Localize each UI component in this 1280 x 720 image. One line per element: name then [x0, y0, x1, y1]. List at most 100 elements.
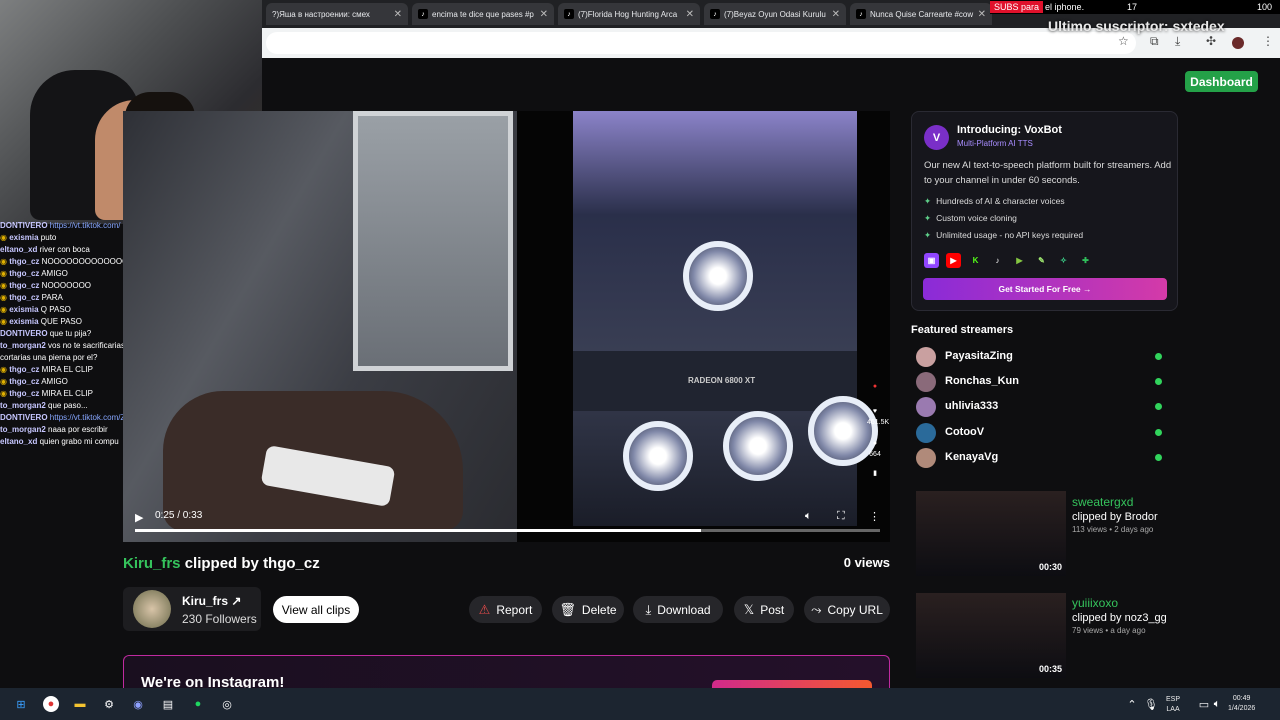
chat-text: naaa por escribir	[48, 425, 108, 434]
obs-icon[interactable]: ◎	[219, 696, 235, 712]
clip-duration: 00:35	[1038, 664, 1062, 674]
microphone-icon[interactable]: 🎙︎	[1143, 696, 1159, 712]
channel-card[interactable]: Kiru_frs ↗ 230 Followers	[123, 587, 261, 631]
menu-icon[interactable]: ⋮	[1262, 34, 1274, 48]
download-label: Download	[657, 602, 711, 617]
get-started-button[interactable]: Get Started For Free →	[923, 278, 1167, 300]
browser-tab[interactable]: ♪ Nunca Quise Carrearte #cow ✕	[850, 3, 992, 25]
browser-tab[interactable]: ♪ (7)Florida Hog Hunting Arca ✕	[558, 3, 700, 25]
copy-url-button[interactable]: ⤳ Copy URL	[804, 596, 890, 623]
clip-title: Kiru_frs clipped by thgo_cz	[123, 555, 320, 572]
channel-name[interactable]: Kiru_frs ↗	[182, 594, 241, 608]
tab-title: (7)Beyaz Oyun Odasi Kurulu	[724, 9, 826, 19]
bookmark-star-icon[interactable]: ☆	[1118, 34, 1129, 48]
chat-text: cortarias una pierna por el?	[0, 353, 98, 362]
clip-creator[interactable]: sweatergxd	[1072, 495, 1158, 509]
tiktok-sidebar: ● ♥ 461.5K ● 664 ▮	[867, 381, 889, 479]
tiktok-icon: ♪	[995, 256, 1000, 265]
file-explorer-icon[interactable]: ▬	[72, 696, 88, 712]
voxbot-promo-card: V Introducing: VoxBot Multi-Platform AI …	[911, 111, 1178, 311]
chat-text: QUE PASO	[40, 317, 82, 326]
close-icon[interactable]: ✕	[540, 9, 548, 20]
windows-start-icon[interactable]: ⊞	[13, 696, 29, 712]
comment-icon[interactable]: ●	[867, 438, 883, 449]
chat-username: DONTIVERO	[0, 221, 48, 230]
avatar[interactable]	[133, 590, 171, 628]
volume-icon[interactable]: 🔈︎	[805, 510, 812, 523]
fullscreen-icon[interactable]: ⛶	[837, 510, 845, 523]
view-all-clips-button[interactable]: View all clips	[273, 596, 359, 623]
clipper-link[interactable]: thgo_cz	[263, 555, 320, 572]
language-indicator[interactable]: ESP LAA	[1166, 695, 1180, 715]
translate-icon[interactable]: ⧉	[1150, 34, 1159, 49]
volume-icon[interactable]: 🔈︎	[1209, 696, 1225, 712]
avatar	[916, 347, 936, 367]
view-count: 0 views	[843, 555, 890, 570]
external-link-icon: ↗	[231, 594, 242, 608]
video-controls: ▶ 0:25 / 0:33 🔈︎ ⛶ ⋮	[123, 506, 890, 542]
featured-streamer[interactable]: KenayaVg	[916, 448, 1166, 468]
related-clip-thumbnail[interactable]: 00:35	[916, 593, 1066, 678]
close-icon[interactable]: ✕	[394, 9, 402, 20]
chat-text: NOOOOOOO	[41, 281, 92, 290]
related-clip-thumbnail[interactable]: 00:30	[916, 491, 1066, 576]
browser-tab[interactable]: ?)Яша в настроении: смех ✕	[266, 3, 408, 25]
download-icon[interactable]: ⤓	[1175, 34, 1180, 49]
bookmark-icon[interactable]: ▮	[867, 468, 883, 479]
chrome-icon[interactable]: ●	[43, 696, 59, 712]
close-icon[interactable]: ✕	[686, 9, 694, 20]
subs-target: 100	[1256, 2, 1272, 12]
profile-avatar[interactable]	[1232, 37, 1244, 49]
video-player[interactable]: RADEON 6800 XT ● ♥ 461.5K ● 664 ▮ ▶ 0:25…	[123, 111, 890, 542]
avatar	[916, 448, 936, 468]
url-input[interactable]	[266, 32, 1136, 54]
chat-username: thgo_cz	[9, 269, 40, 278]
close-icon[interactable]: ✕	[978, 9, 986, 20]
extension-icon[interactable]: ✣	[1206, 34, 1216, 48]
warning-icon: ⚠	[478, 601, 491, 617]
report-button[interactable]: ⚠ Report	[469, 596, 542, 623]
extra-platform-icon: ✚	[1082, 256, 1089, 265]
discord-icon[interactable]: ◉	[130, 696, 146, 712]
featured-streamer[interactable]: uhlivia333	[916, 397, 1166, 417]
streamer-name: Ronchas_Kun	[945, 375, 1019, 387]
featured-streamer[interactable]: CotooV	[916, 423, 1166, 443]
promo-description: Our new AI text-to-speech platform built…	[924, 160, 1172, 186]
subs-count: 17	[1127, 2, 1138, 12]
system-clock[interactable]: 00:49 1/4/2026	[1228, 694, 1255, 714]
creator-avatar[interactable]: ●	[867, 381, 883, 392]
steam-icon[interactable]: ⚙	[101, 696, 117, 712]
progress-bar[interactable]	[135, 529, 880, 532]
subs-goal-text: el iphone.	[1045, 2, 1085, 12]
promo-feature: ✦ Custom voice cloning	[924, 213, 1017, 224]
delete-button[interactable]: 🗑︎ Delete	[552, 596, 624, 623]
related-clip-info: sweatergxd clipped by Brodor 113 views •…	[1072, 495, 1158, 534]
creator-link[interactable]: Kiru_frs	[123, 555, 181, 572]
more-options-icon[interactable]: ⋮	[869, 510, 880, 523]
spotify-icon[interactable]: ●	[190, 696, 206, 712]
close-icon[interactable]: ✕	[832, 9, 840, 20]
featured-streamer[interactable]: PayasitaZing	[916, 347, 1166, 367]
chat-text: que paso...	[48, 401, 88, 410]
heart-icon[interactable]: ♥	[867, 406, 883, 417]
clip-creator[interactable]: yuiiixoxo	[1072, 596, 1167, 610]
clock-time: 00:49	[1232, 695, 1251, 702]
last-subscriber: Ultimo suscriptor: sxtedex	[1048, 18, 1225, 34]
tiktok-icon: ♪	[710, 9, 720, 19]
feature-text: Custom voice cloning	[936, 213, 1017, 223]
chevron-up-icon[interactable]: ⌃	[1124, 696, 1140, 712]
check-icon: ✦	[924, 230, 932, 240]
dashboard-button[interactable]: Dashboard	[1185, 71, 1258, 92]
related-clip-info: yuiiixoxo clipped by noz3_gg 79 views • …	[1072, 596, 1167, 635]
epic-games-icon[interactable]: ▤	[160, 696, 176, 712]
browser-tab[interactable]: ♪ encima te dice que pases #p ✕	[412, 3, 554, 25]
browser-tab[interactable]: ♪ (7)Beyaz Oyun Odasi Kurulu ✕	[704, 3, 846, 25]
play-icon[interactable]: ▶	[135, 511, 143, 524]
post-button[interactable]: 𝕏 Post	[734, 596, 794, 623]
featured-streamer[interactable]: Ronchas_Kun	[916, 372, 1166, 392]
chat-username: thgo_cz	[9, 389, 40, 398]
pc-fan	[623, 421, 693, 491]
chat-text: puto	[40, 233, 57, 242]
promo-feature: ✦ Hundreds of AI & character voices	[924, 196, 1065, 207]
download-button[interactable]: ⤓ Download	[633, 596, 723, 623]
